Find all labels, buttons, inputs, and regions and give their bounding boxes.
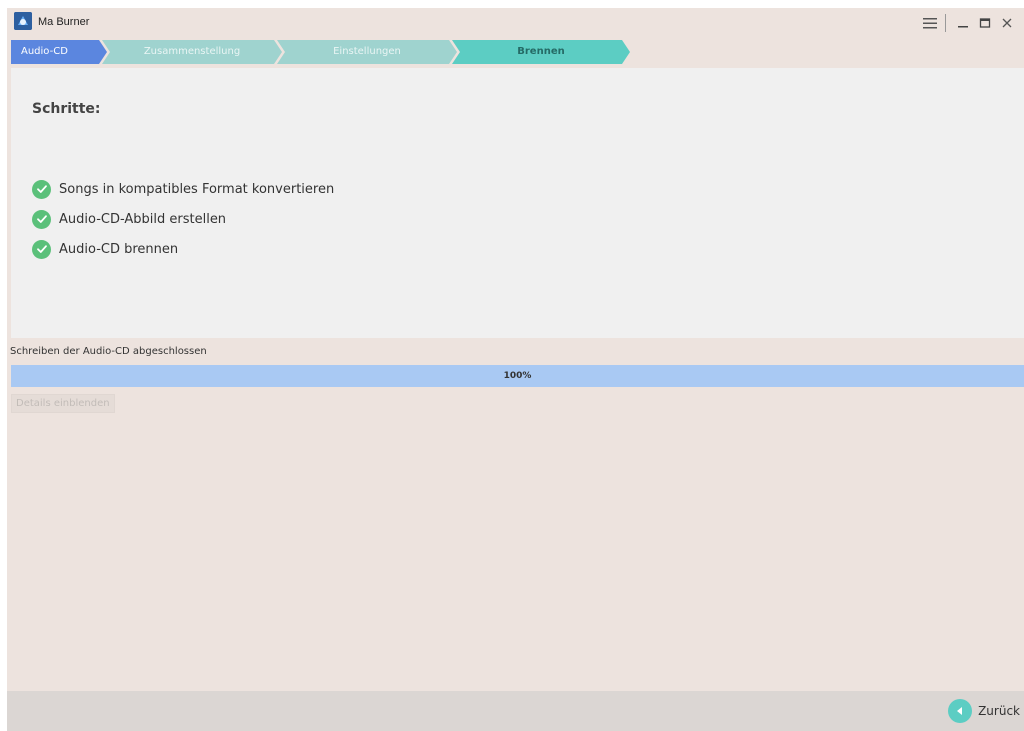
- task-item: Audio-CD-Abbild erstellen: [32, 208, 226, 230]
- task-item: Audio-CD brennen: [32, 238, 178, 260]
- task-label: Audio-CD-Abbild erstellen: [59, 211, 227, 227]
- wizard-step-label: Zusammenstellung: [143, 46, 241, 57]
- app-logo-icon: [14, 12, 32, 30]
- title-bar: Ma Burner: [7, 8, 1024, 38]
- wizard-step-label: Einstellungen: [333, 46, 401, 57]
- wizard-step-zusammenstellung[interactable]: Zusammenstellung: [102, 40, 282, 64]
- app-window: Ma Burner Audio-CD Zusammenstellung Eins…: [7, 8, 1024, 731]
- check-circle-icon: [32, 179, 51, 199]
- minimize-icon[interactable]: [952, 12, 974, 34]
- burn-status-text: Schreiben der Audio-CD abgeschlossen: [10, 346, 207, 357]
- back-arrow-icon: [948, 699, 973, 723]
- steps-heading: Schritte:: [32, 101, 101, 117]
- title-separator: [945, 14, 946, 32]
- task-label: Songs in kompatibles Format konvertieren: [59, 181, 335, 197]
- hamburger-menu-icon[interactable]: [919, 12, 941, 34]
- check-circle-icon: [32, 239, 51, 259]
- window-title: Ma Burner: [38, 16, 90, 28]
- wizard-step-einstellungen[interactable]: Einstellungen: [277, 40, 457, 64]
- window-controls: [919, 12, 1018, 34]
- wizard-step-audio-cd[interactable]: Audio-CD: [11, 40, 107, 64]
- burn-progress-bar: 100%: [11, 365, 1024, 387]
- wizard-step-label: Brennen: [517, 46, 565, 57]
- close-icon[interactable]: [996, 12, 1018, 34]
- show-details-button[interactable]: Details einblenden: [11, 394, 115, 413]
- wizard-step-brennen[interactable]: Brennen: [452, 40, 630, 64]
- wizard-step-label: Audio-CD: [21, 46, 68, 57]
- wizard-steps: Audio-CD Zusammenstellung Einstellungen …: [11, 40, 631, 64]
- footer-bar: Zurück: [7, 691, 1024, 731]
- check-circle-icon: [32, 209, 51, 229]
- task-item: Songs in kompatibles Format konvertieren: [32, 178, 334, 200]
- back-button[interactable]: Zurück: [948, 699, 1020, 723]
- maximize-icon[interactable]: [974, 12, 996, 34]
- progress-percent: 100%: [503, 371, 532, 381]
- back-label: Zurück: [978, 704, 1020, 718]
- task-label: Audio-CD brennen: [59, 241, 179, 257]
- steps-panel: [11, 68, 1024, 338]
